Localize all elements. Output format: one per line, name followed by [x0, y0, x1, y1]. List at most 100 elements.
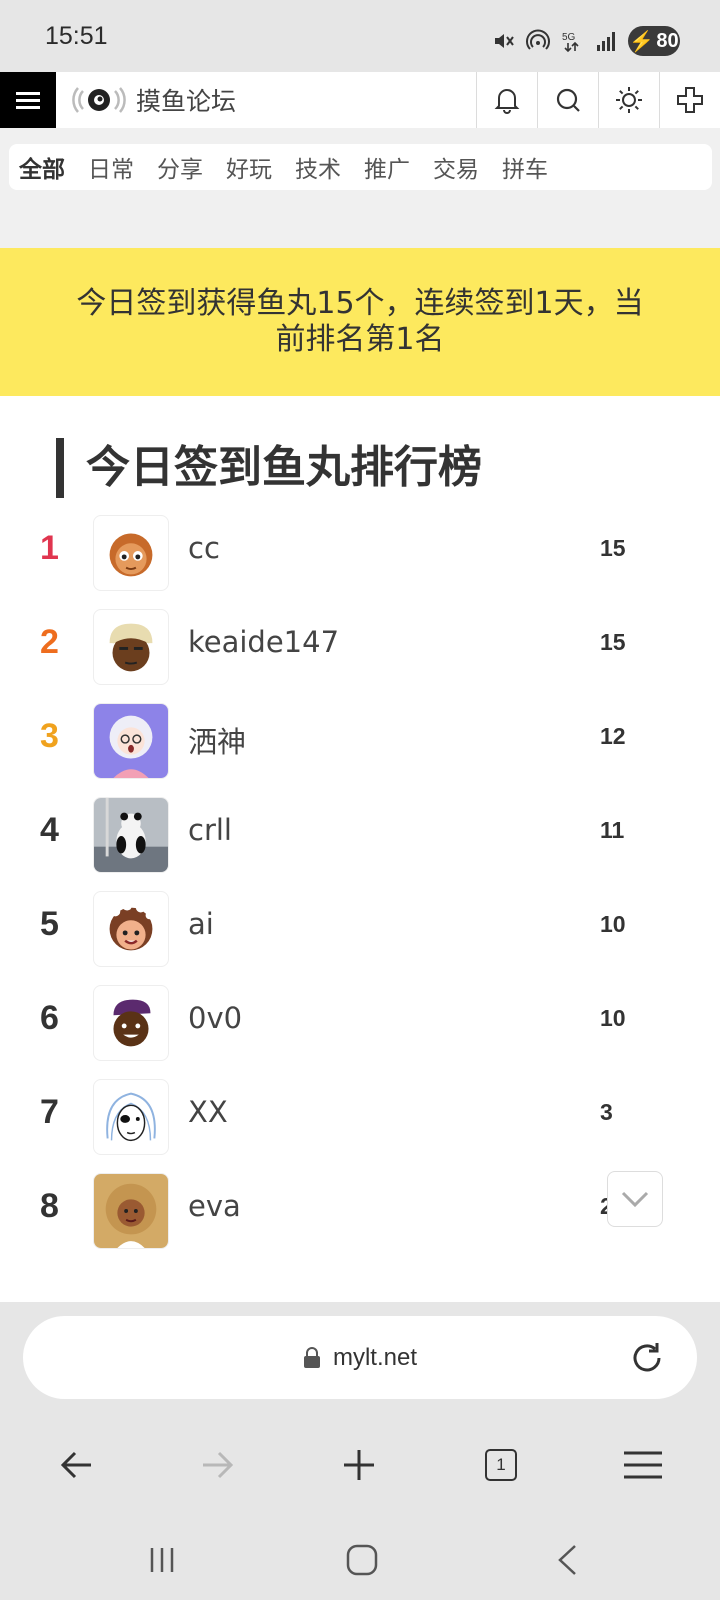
tab-carpool[interactable]: 拼车: [502, 150, 548, 184]
rank-number: 6: [40, 999, 59, 1037]
tab-tech[interactable]: 技术: [295, 150, 341, 184]
avatar-image: [94, 798, 168, 872]
avatar[interactable]: [93, 1079, 169, 1155]
scroll-down-button[interactable]: [607, 1171, 663, 1227]
leaderboard-row[interactable]: 7 XX 3: [0, 1071, 720, 1163]
avatar[interactable]: [93, 609, 169, 685]
page-content: 全部 日常 分享 好玩 技术 推广 交易 拼车 今日签到获得鱼丸15个，连续签到…: [0, 128, 720, 1302]
status-bar: 15:51 5G ⚡ 80: [0, 0, 720, 72]
avatar-image: [106, 1092, 156, 1142]
score: 12: [600, 723, 626, 749]
menu-button[interactable]: [0, 72, 56, 128]
arrow-right-icon: [203, 1451, 234, 1479]
browser-menu-button[interactable]: [618, 1440, 668, 1490]
system-nav: [0, 1520, 720, 1600]
plus-icon: [677, 87, 703, 113]
rank-number: 4: [40, 811, 59, 849]
score: 15: [600, 629, 626, 655]
menu-icon: [16, 92, 40, 109]
site-logo-icon: [72, 87, 126, 113]
tab-trade[interactable]: 交易: [433, 150, 479, 184]
avatar[interactable]: [93, 703, 169, 779]
theme-toggle-button[interactable]: [598, 72, 659, 128]
username[interactable]: eva: [188, 1189, 241, 1223]
battery-level: 80: [656, 29, 679, 52]
home-icon: [346, 1544, 378, 1576]
username[interactable]: cc: [188, 531, 220, 565]
rank-number: 5: [40, 905, 59, 943]
back-chevron-icon: [558, 1545, 576, 1575]
mute-icon: [495, 34, 514, 48]
avatar-image: [109, 623, 153, 672]
rank-number: 3: [40, 717, 59, 755]
avatar[interactable]: [93, 515, 169, 591]
avatar-image: [109, 900, 154, 951]
tab-fun[interactable]: 好玩: [226, 150, 272, 184]
back-button[interactable]: [51, 1440, 101, 1490]
top-nav: 摸鱼论坛: [0, 72, 720, 129]
score: 15: [600, 535, 626, 561]
tab-share[interactable]: 分享: [157, 150, 203, 184]
tab-all[interactable]: 全部: [19, 150, 65, 184]
rank-number: 1: [40, 529, 59, 567]
status-icons: 5G ⚡ 80: [492, 26, 680, 56]
new-tab-button[interactable]: [334, 1440, 384, 1490]
username[interactable]: 0v0: [188, 1001, 242, 1035]
bell-icon: [494, 89, 520, 114]
avatar-image: [113, 999, 151, 1047]
chevron-down-icon: [621, 1191, 649, 1208]
recents-button[interactable]: [140, 1538, 184, 1582]
recents-icon: [150, 1548, 174, 1572]
site-title: 摸鱼论坛: [136, 87, 237, 116]
tabs-count: 1: [485, 1449, 517, 1481]
score: 10: [600, 911, 626, 937]
avatar[interactable]: [93, 1173, 169, 1249]
leaderboard-row[interactable]: 3 洒神 12: [0, 695, 720, 787]
arrow-left-icon: [60, 1451, 91, 1479]
score: 11: [600, 817, 625, 843]
search-button[interactable]: [537, 72, 598, 128]
avatar[interactable]: [93, 891, 169, 967]
leaderboard-row[interactable]: 2 keaide147 15: [0, 601, 720, 693]
reload-icon[interactable]: [627, 1338, 667, 1378]
leaderboard: 今日签到鱼丸排行榜 1 cc 15 2 keaide147 15 3 洒神 12…: [0, 396, 720, 1302]
leaderboard-title: 今日签到鱼丸排行榜: [56, 438, 482, 498]
username[interactable]: keaide147: [188, 625, 339, 659]
leaderboard-row[interactable]: 1 cc 15: [0, 507, 720, 599]
new-post-button[interactable]: [659, 72, 720, 128]
score: 3: [600, 1099, 613, 1125]
avatar-image: [94, 1174, 168, 1248]
tab-promotion[interactable]: 推广: [364, 150, 410, 184]
browser-toolbar: 1: [0, 1420, 720, 1510]
tab-daily[interactable]: 日常: [88, 150, 134, 184]
rank-number: 2: [40, 623, 59, 661]
signal-icon: [597, 32, 615, 51]
username[interactable]: crll: [188, 813, 232, 847]
hamburger-icon: [624, 1451, 662, 1479]
avatar[interactable]: [93, 797, 169, 873]
url-bar[interactable]: mylt.net: [23, 1316, 697, 1399]
leaderboard-row[interactable]: 6 0v0 10: [0, 977, 720, 1069]
site-brand[interactable]: 摸鱼论坛: [72, 72, 236, 128]
username[interactable]: 洒神: [188, 719, 246, 761]
hotspot-icon: [526, 29, 550, 50]
url-text[interactable]: mylt.net: [333, 1344, 417, 1372]
system-back-button[interactable]: [545, 1538, 589, 1582]
leaderboard-row[interactable]: 5 ai 10: [0, 883, 720, 975]
avatar-image: [109, 533, 153, 577]
username[interactable]: XX: [188, 1095, 228, 1129]
checkin-message-line2: 前排名第1名: [275, 322, 445, 357]
status-time: 15:51: [45, 22, 108, 50]
home-button[interactable]: [340, 1538, 384, 1582]
forward-button[interactable]: [193, 1440, 243, 1490]
username[interactable]: ai: [188, 907, 214, 941]
category-tabs: 全部 日常 分享 好玩 技术 推广 交易 拼车: [9, 144, 712, 190]
checkin-banner: 今日签到获得鱼丸15个，连续签到1天，当 前排名第1名: [0, 248, 720, 396]
leaderboard-row[interactable]: 4 crll 11: [0, 789, 720, 881]
sun-icon: [616, 87, 642, 113]
checkin-message-line1: 今日签到获得鱼丸15个，连续签到1天，当: [76, 286, 644, 321]
battery-icon: ⚡ 80: [628, 26, 680, 56]
tabs-button[interactable]: 1: [476, 1440, 526, 1490]
notifications-button[interactable]: [476, 72, 537, 128]
avatar[interactable]: [93, 985, 169, 1061]
